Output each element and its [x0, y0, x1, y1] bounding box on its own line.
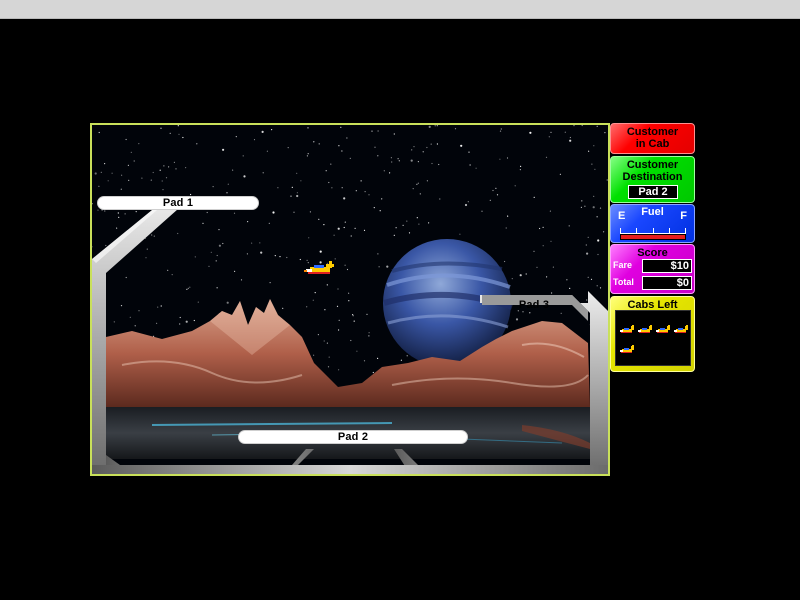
- spare-taxi-icon: [655, 325, 671, 335]
- destination-value: Pad 2: [628, 185, 678, 199]
- fuel-full-label: F: [680, 210, 687, 222]
- pad-3-label: Pad 3: [518, 299, 550, 311]
- pad-2: Pad 2: [238, 430, 468, 444]
- spare-taxi-icon: [673, 325, 689, 335]
- cabs-left-title: Cabs Left: [627, 299, 678, 311]
- customer-destination-line2: Destination: [622, 171, 683, 183]
- pad-3: Pad 3: [480, 298, 588, 312]
- taxi-ship-icon[interactable]: [304, 261, 334, 274]
- spare-taxi-icon: [619, 325, 635, 335]
- score-title: Score: [637, 247, 668, 259]
- pad-1: Pad 1: [97, 196, 259, 210]
- fuel-gauge: [620, 234, 686, 240]
- total-row: Total $0: [613, 276, 692, 290]
- fuel-panel: E Fuel F: [610, 204, 695, 243]
- fare-row: Fare $10: [613, 259, 692, 273]
- cabs-left-panel: Cabs Left: [610, 296, 695, 372]
- pad-2-label: Pad 2: [337, 431, 369, 443]
- score-panel: Score Fare $10 Total $0: [610, 244, 695, 294]
- customer-in-cab-line2: in Cab: [635, 138, 670, 150]
- customer-destination-line1: Customer: [626, 159, 679, 171]
- fuel-scale: [620, 223, 686, 234]
- total-label: Total: [613, 277, 634, 287]
- fuel-gauge-fill: [621, 235, 685, 239]
- spare-taxi-icon: [619, 345, 635, 355]
- fare-value: $10: [642, 259, 692, 273]
- spare-taxi-icon: [637, 325, 653, 335]
- customer-destination-panel: Customer Destination Pad 2: [610, 156, 695, 203]
- customer-in-cab-line1: Customer: [626, 126, 679, 138]
- fare-label: Fare: [613, 260, 633, 270]
- window-title-bar: [0, 0, 800, 19]
- customer-in-cab-panel: Customer in Cab: [610, 123, 695, 154]
- pad-1-label: Pad 1: [162, 197, 194, 209]
- game-viewport[interactable]: Pad 1 Pad 3 Pad 2: [90, 123, 610, 476]
- total-value: $0: [642, 276, 692, 290]
- cabs-left-display: [615, 310, 691, 366]
- rocky-mountains: [106, 299, 590, 407]
